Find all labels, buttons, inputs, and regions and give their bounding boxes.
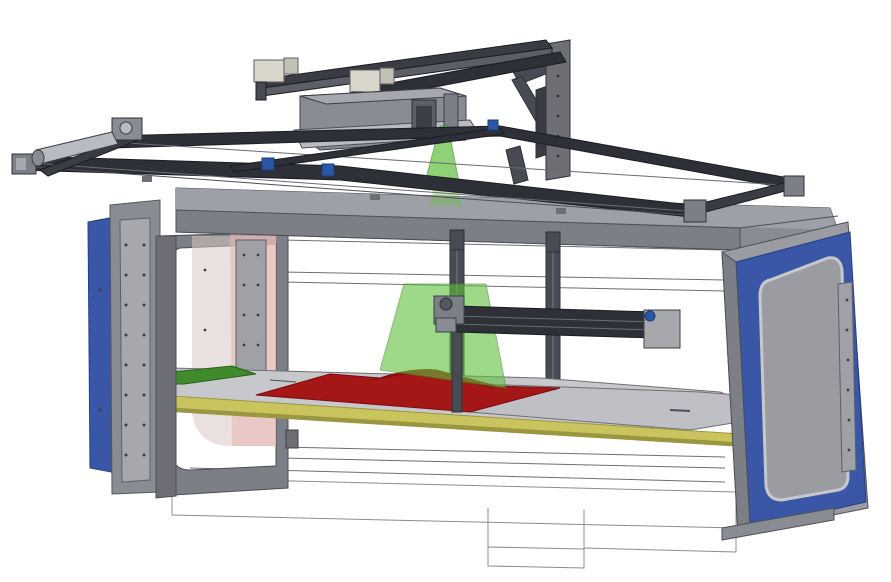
support-base	[171, 477, 737, 569]
cad-render	[0, 0, 891, 582]
flume-end-frame-left-front	[155, 235, 177, 499]
flume-gantry-cad-drawing	[11, 39, 869, 569]
flume-end-frame-left	[87, 199, 299, 497]
flume-end-frame-right	[721, 221, 869, 541]
